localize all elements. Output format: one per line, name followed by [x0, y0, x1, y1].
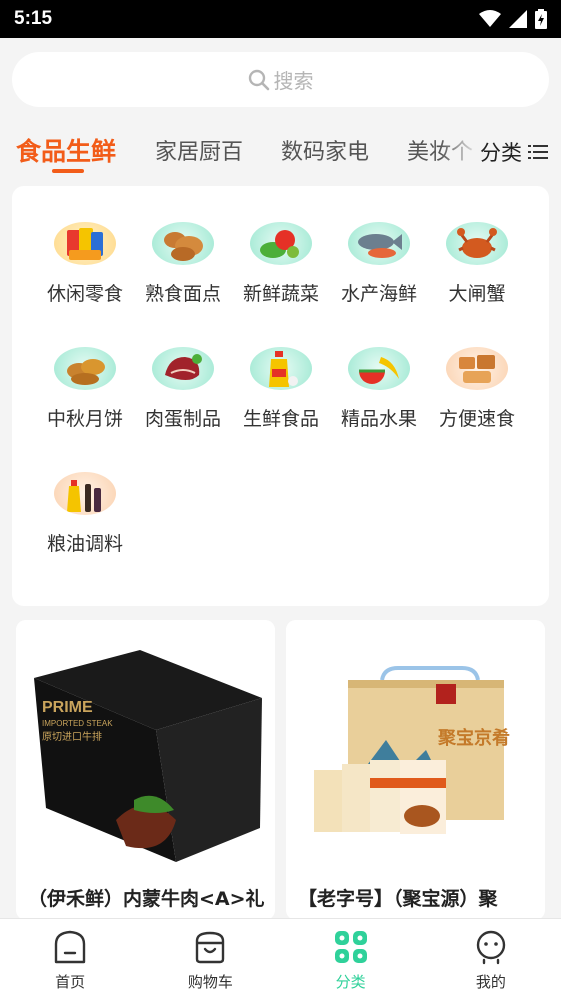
category-label: 粮油调料: [46, 533, 123, 555]
nav-label: 购物车: [187, 973, 233, 991]
status-time: 5:15: [14, 8, 53, 29]
category-grid: 休闲零食 熟食面点 新鲜蔬菜 水产海鲜 大闸蟹 中秋月饼 肉蛋制品 生鲜食品 精…: [12, 186, 549, 606]
nav-category[interactable]: 分类: [281, 919, 421, 997]
snacks-icon: [54, 222, 116, 265]
product-title: 【老字号】（聚宝源）聚: [298, 888, 498, 910]
product-card[interactable]: PRIME IMPORTED STEAK 原切进口牛排 （伊禾鲜）内蒙牛肉<A>…: [16, 620, 275, 920]
condiments-icon: [54, 472, 116, 515]
bread-icon: [152, 222, 214, 265]
category-meat-eggs[interactable]: 肉蛋制品: [133, 311, 233, 431]
category-label: 肉蛋制品: [144, 408, 221, 430]
cart-icon: [196, 931, 225, 964]
status-bar: 5:15: [0, 0, 561, 38]
search-input[interactable]: 搜索: [12, 52, 549, 107]
category-menu-button[interactable]: 分类: [474, 132, 548, 172]
category-label: 熟食面点: [144, 283, 221, 305]
list-menu-icon: [528, 145, 548, 159]
product-image-steak-box: PRIME IMPORTED STEAK 原切进口牛排: [16, 620, 275, 875]
category-label: 方便速食: [438, 408, 515, 430]
fruit-icon: [348, 347, 410, 390]
oil-bottle-icon: [250, 347, 312, 390]
nav-label: 分类: [335, 973, 366, 991]
category-fresh-vegetables[interactable]: 新鲜蔬菜: [231, 186, 331, 306]
category-label: 中秋月饼: [46, 408, 123, 430]
meat-icon: [152, 347, 214, 390]
category-hairy-crab[interactable]: 大闸蟹: [427, 186, 527, 306]
search-icon: [248, 69, 269, 90]
category-label: 大闸蟹: [448, 283, 506, 305]
category-label: 水产海鲜: [340, 283, 417, 305]
tab-digital-appliances[interactable]: 数码家电: [281, 134, 369, 166]
battery-icon: [535, 9, 547, 29]
product-image-gift-box: 聚宝京肴: [286, 620, 545, 875]
nav-label: 首页: [55, 973, 86, 991]
nav-home[interactable]: 首页: [0, 919, 140, 997]
category-cooked-pastry[interactable]: 熟食面点: [133, 186, 233, 306]
nav-profile[interactable]: 我的: [421, 919, 561, 997]
bottom-nav: 首页 购物车 分类 我的: [0, 918, 561, 997]
product-box-text: 聚宝京肴: [437, 727, 510, 749]
status-icons: [479, 9, 547, 29]
category-label: 休闲零食: [46, 283, 123, 305]
category-tabs: 食品生鲜 家居厨百 数码家电 美妆个 分类: [0, 128, 561, 178]
mooncake-icon: [54, 347, 116, 390]
home-icon: [54, 930, 86, 964]
category-grain-oil-condiments[interactable]: 粮油调料: [35, 436, 135, 556]
category-grid-icon: [334, 931, 367, 963]
active-tab-indicator: [52, 169, 84, 173]
product-card[interactable]: 聚宝京肴 【老字号】（聚宝源）聚: [286, 620, 545, 920]
category-label: 精品水果: [340, 408, 417, 430]
nav-label: 我的: [475, 973, 506, 991]
product-box-text: PRIME: [42, 699, 93, 716]
category-fruit[interactable]: 精品水果: [329, 311, 429, 431]
category-seafood[interactable]: 水产海鲜: [329, 186, 429, 306]
product-title: （伊禾鲜）内蒙牛肉<A>礼: [28, 888, 265, 910]
category-fresh-food[interactable]: 生鲜食品: [231, 311, 331, 431]
category-label: 新鲜蔬菜: [242, 283, 319, 305]
wifi-icon: [479, 10, 501, 27]
crab-icon: [446, 222, 508, 265]
instant-food-icon: [446, 347, 508, 390]
category-label: 生鲜食品: [242, 408, 319, 430]
product-box-cn-text: 原切进口牛排: [42, 730, 102, 743]
category-snacks[interactable]: 休闲零食: [35, 186, 135, 306]
tab-home-kitchen[interactable]: 家居厨百: [155, 134, 243, 166]
tab-food-fresh[interactable]: 食品生鲜: [16, 132, 116, 168]
category-menu-label: 分类: [480, 141, 522, 165]
signal-icon: [509, 10, 527, 28]
category-mooncake[interactable]: 中秋月饼: [35, 311, 135, 431]
nav-cart[interactable]: 购物车: [140, 919, 280, 997]
category-instant-food[interactable]: 方便速食: [427, 311, 527, 431]
fish-icon: [348, 222, 410, 265]
search-placeholder: 搜索: [273, 69, 314, 93]
vegetables-icon: [250, 222, 312, 265]
profile-icon: [476, 930, 506, 965]
product-box-subtext: IMPORTED STEAK: [42, 719, 113, 728]
